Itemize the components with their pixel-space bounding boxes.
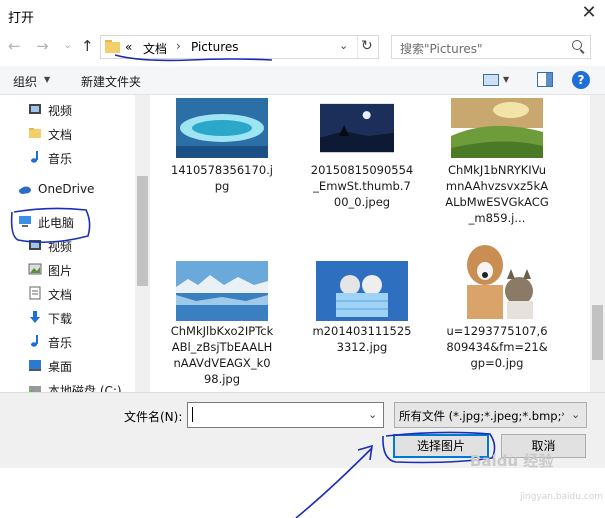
annotation-arrowhead xyxy=(357,444,373,461)
annotation-arrow xyxy=(295,447,373,518)
annotation-underline xyxy=(114,54,273,62)
annotation-circle-this-pc xyxy=(10,207,91,244)
annotation-overlay xyxy=(10,54,496,518)
watermark-logo: Baidu 经验 xyxy=(470,452,554,470)
watermark-url: jingyan.baidu.com xyxy=(520,492,604,502)
